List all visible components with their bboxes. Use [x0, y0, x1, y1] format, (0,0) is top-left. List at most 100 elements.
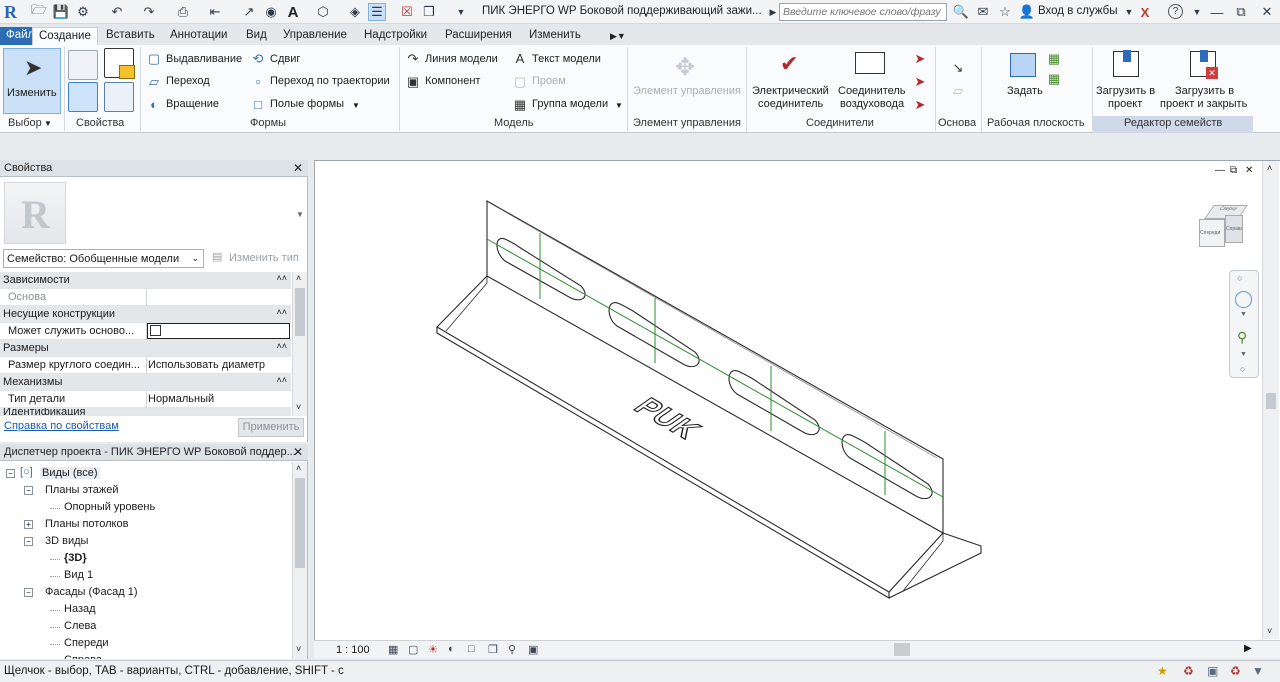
tab-insert[interactable]: Вставить [100, 27, 161, 45]
save-icon[interactable]: 💾 [52, 3, 70, 21]
pipe-connector-icon[interactable]: ➤ [912, 51, 928, 67]
user-icon[interactable]: 👤 [1018, 3, 1036, 21]
duct-connector-line1[interactable]: Соединитель [838, 85, 906, 97]
load-into-project-line1[interactable]: Загрузить в [1096, 85, 1155, 97]
family-selector-dropdown[interactable]: Семейство: Обобщенные модели ⌄ [3, 249, 204, 268]
tab-extensions[interactable]: Расширения [439, 27, 518, 45]
revolve-button[interactable]: Вращение [166, 98, 219, 110]
temp-hide-icon[interactable]: ▣ [528, 643, 538, 656]
tree-item[interactable]: Справа [64, 654, 102, 659]
viewcube-right[interactable]: Справа [1225, 215, 1243, 243]
tab-addins[interactable]: Надстройки [358, 27, 433, 45]
tab-modify[interactable]: Изменить [523, 27, 587, 45]
prop-value[interactable]: Нормальный [148, 393, 214, 405]
tab-manage[interactable]: Управление [277, 27, 353, 45]
collapse-icon[interactable]: ˄˄ [276, 375, 287, 385]
prop-category-mechanical[interactable]: Механизмы ˄˄ [0, 374, 291, 391]
tree-item[interactable]: Планы этажей [45, 484, 119, 496]
tree-item[interactable]: Опорный уровень [64, 501, 155, 513]
measure-icon[interactable]: ⇤ [206, 3, 224, 21]
opening-button[interactable]: Проем [532, 75, 566, 87]
show-workplane-icon[interactable]: ▦ [1046, 51, 1062, 67]
tab-annotate[interactable]: Аннотации [164, 27, 233, 45]
blend-button[interactable]: Переход [166, 75, 210, 87]
customize-qat-icon[interactable]: ▼ [452, 3, 470, 21]
signin-link[interactable]: Вход в службы [1038, 5, 1118, 17]
open-icon[interactable]: 🗁 [30, 2, 48, 21]
reference-line-icon[interactable]: ↘ [950, 60, 966, 76]
tab-view[interactable]: Вид [240, 27, 273, 45]
cable-tray-connector-icon[interactable]: ➤ [912, 74, 928, 90]
sync-icon[interactable]: ⚙ [74, 3, 92, 21]
scroll-thumb[interactable] [295, 478, 305, 568]
electrical-connector-line2[interactable]: соединитель [758, 98, 823, 110]
tag-icon[interactable]: ◉ [262, 3, 280, 21]
prop-row-round-connector[interactable]: Размер круглого соедин... Использовать д… [0, 357, 291, 374]
collapse-icon[interactable]: ˄˄ [276, 341, 287, 351]
view-close-icon[interactable]: ✕ [1245, 165, 1253, 176]
tree-item[interactable]: {3D} [64, 552, 87, 564]
scroll-up-icon[interactable]: ˄ [296, 273, 301, 283]
tree-item[interactable]: Фасады (Фасад 1) [45, 586, 138, 598]
scroll-up-icon[interactable]: ˄ [296, 463, 301, 473]
close-hidden-icon[interactable]: ☒ [398, 3, 416, 21]
thin-lines-icon[interactable]: ☰ [368, 3, 386, 21]
prop-category-dimensions[interactable]: Размеры ˄˄ [0, 340, 291, 357]
modify-button[interactable]: ➤ Изменить [3, 48, 61, 114]
sweep-button[interactable]: Сдвиг [270, 53, 300, 65]
select-dropdown-icon[interactable]: ▼ [44, 119, 52, 128]
void-forms-dropdown-icon[interactable]: ▼ [352, 101, 360, 110]
show-crop-icon[interactable]: ❒ [488, 643, 498, 656]
switch-windows-icon[interactable]: ❒ [420, 3, 438, 21]
worksharing-icon[interactable]: ★ [1157, 664, 1168, 678]
navbar-options-icon[interactable]: ○ [1240, 364, 1245, 374]
family-types-icon[interactable] [68, 50, 98, 80]
navbar-close-icon[interactable]: ○ [1237, 273, 1242, 283]
lock-3d-icon[interactable]: ⚲ [508, 643, 516, 656]
conduit-connector-icon[interactable]: ➤ [912, 97, 928, 113]
collapse-icon[interactable]: − [24, 537, 33, 546]
tree-item[interactable]: Спереди [64, 637, 109, 649]
extrusion-button[interactable]: Выдавливание [166, 53, 242, 65]
control-element-button[interactable]: Элемент управления [633, 85, 741, 97]
close-icon[interactable]: ✕ [1258, 3, 1276, 21]
scroll-up-icon[interactable]: ˄ [1267, 163, 1272, 173]
model-group-button[interactable]: Группа модели [532, 98, 608, 110]
tree-item[interactable]: Планы потолков [45, 518, 128, 530]
model-text-button[interactable]: Текст модели [532, 53, 601, 65]
collapse-icon[interactable]: − [24, 486, 33, 495]
filter-icon[interactable]: ▼ [1252, 664, 1264, 678]
tab-create[interactable]: Создание [32, 27, 98, 45]
load-into-project-line2[interactable]: проект [1108, 98, 1142, 110]
help-icon[interactable]: ? [1168, 4, 1183, 19]
zoom-icon[interactable]: ⚲ [1237, 329, 1247, 346]
tree-item[interactable]: Вид 1 [64, 569, 93, 581]
tree-item[interactable]: Виды (все) [40, 467, 100, 479]
favorites-icon[interactable]: ☆ [996, 3, 1014, 21]
select-pinned-icon[interactable]: ♻ [1230, 664, 1241, 678]
prop-row-part-type[interactable]: Тип детали Нормальный [0, 391, 291, 408]
properties-help-link[interactable]: Справка по свойствам [4, 420, 119, 432]
crop-view-icon[interactable]: □ [468, 643, 475, 655]
redo-icon[interactable]: ↷ [140, 3, 158, 21]
exchange-apps-icon[interactable]: X [1136, 3, 1154, 21]
reference-plane-icon[interactable]: ▱ [950, 83, 966, 99]
properties-icon[interactable] [68, 82, 98, 112]
print-icon[interactable]: ⎙ [174, 3, 192, 21]
detail-level-icon[interactable]: ▦ [388, 643, 398, 656]
3d-view-icon[interactable]: ⬡ [314, 3, 332, 21]
scroll-thumb[interactable] [295, 288, 305, 336]
prop-row-host[interactable]: Основа [0, 289, 291, 306]
collapse-icon[interactable]: ˄˄ [276, 307, 287, 317]
viewcube-front[interactable]: Спереди [1199, 219, 1225, 247]
collapse-icon[interactable]: − [6, 469, 15, 478]
prop-value[interactable]: Использовать диаметр [148, 359, 265, 371]
tree-item[interactable]: 3D виды [45, 535, 88, 547]
scroll-down-icon[interactable]: ˅ [1267, 626, 1272, 636]
scroll-down-icon[interactable]: ˅ [296, 644, 301, 654]
load-and-close-line1[interactable]: Загрузить в [1175, 85, 1234, 97]
steering-dropdown-icon[interactable]: ▼ [1240, 311, 1247, 318]
steering-wheel-icon[interactable]: ◯ [1234, 289, 1253, 309]
edit-type-button[interactable]: Изменить тип [229, 252, 299, 264]
type-properties-icon[interactable] [104, 82, 134, 112]
